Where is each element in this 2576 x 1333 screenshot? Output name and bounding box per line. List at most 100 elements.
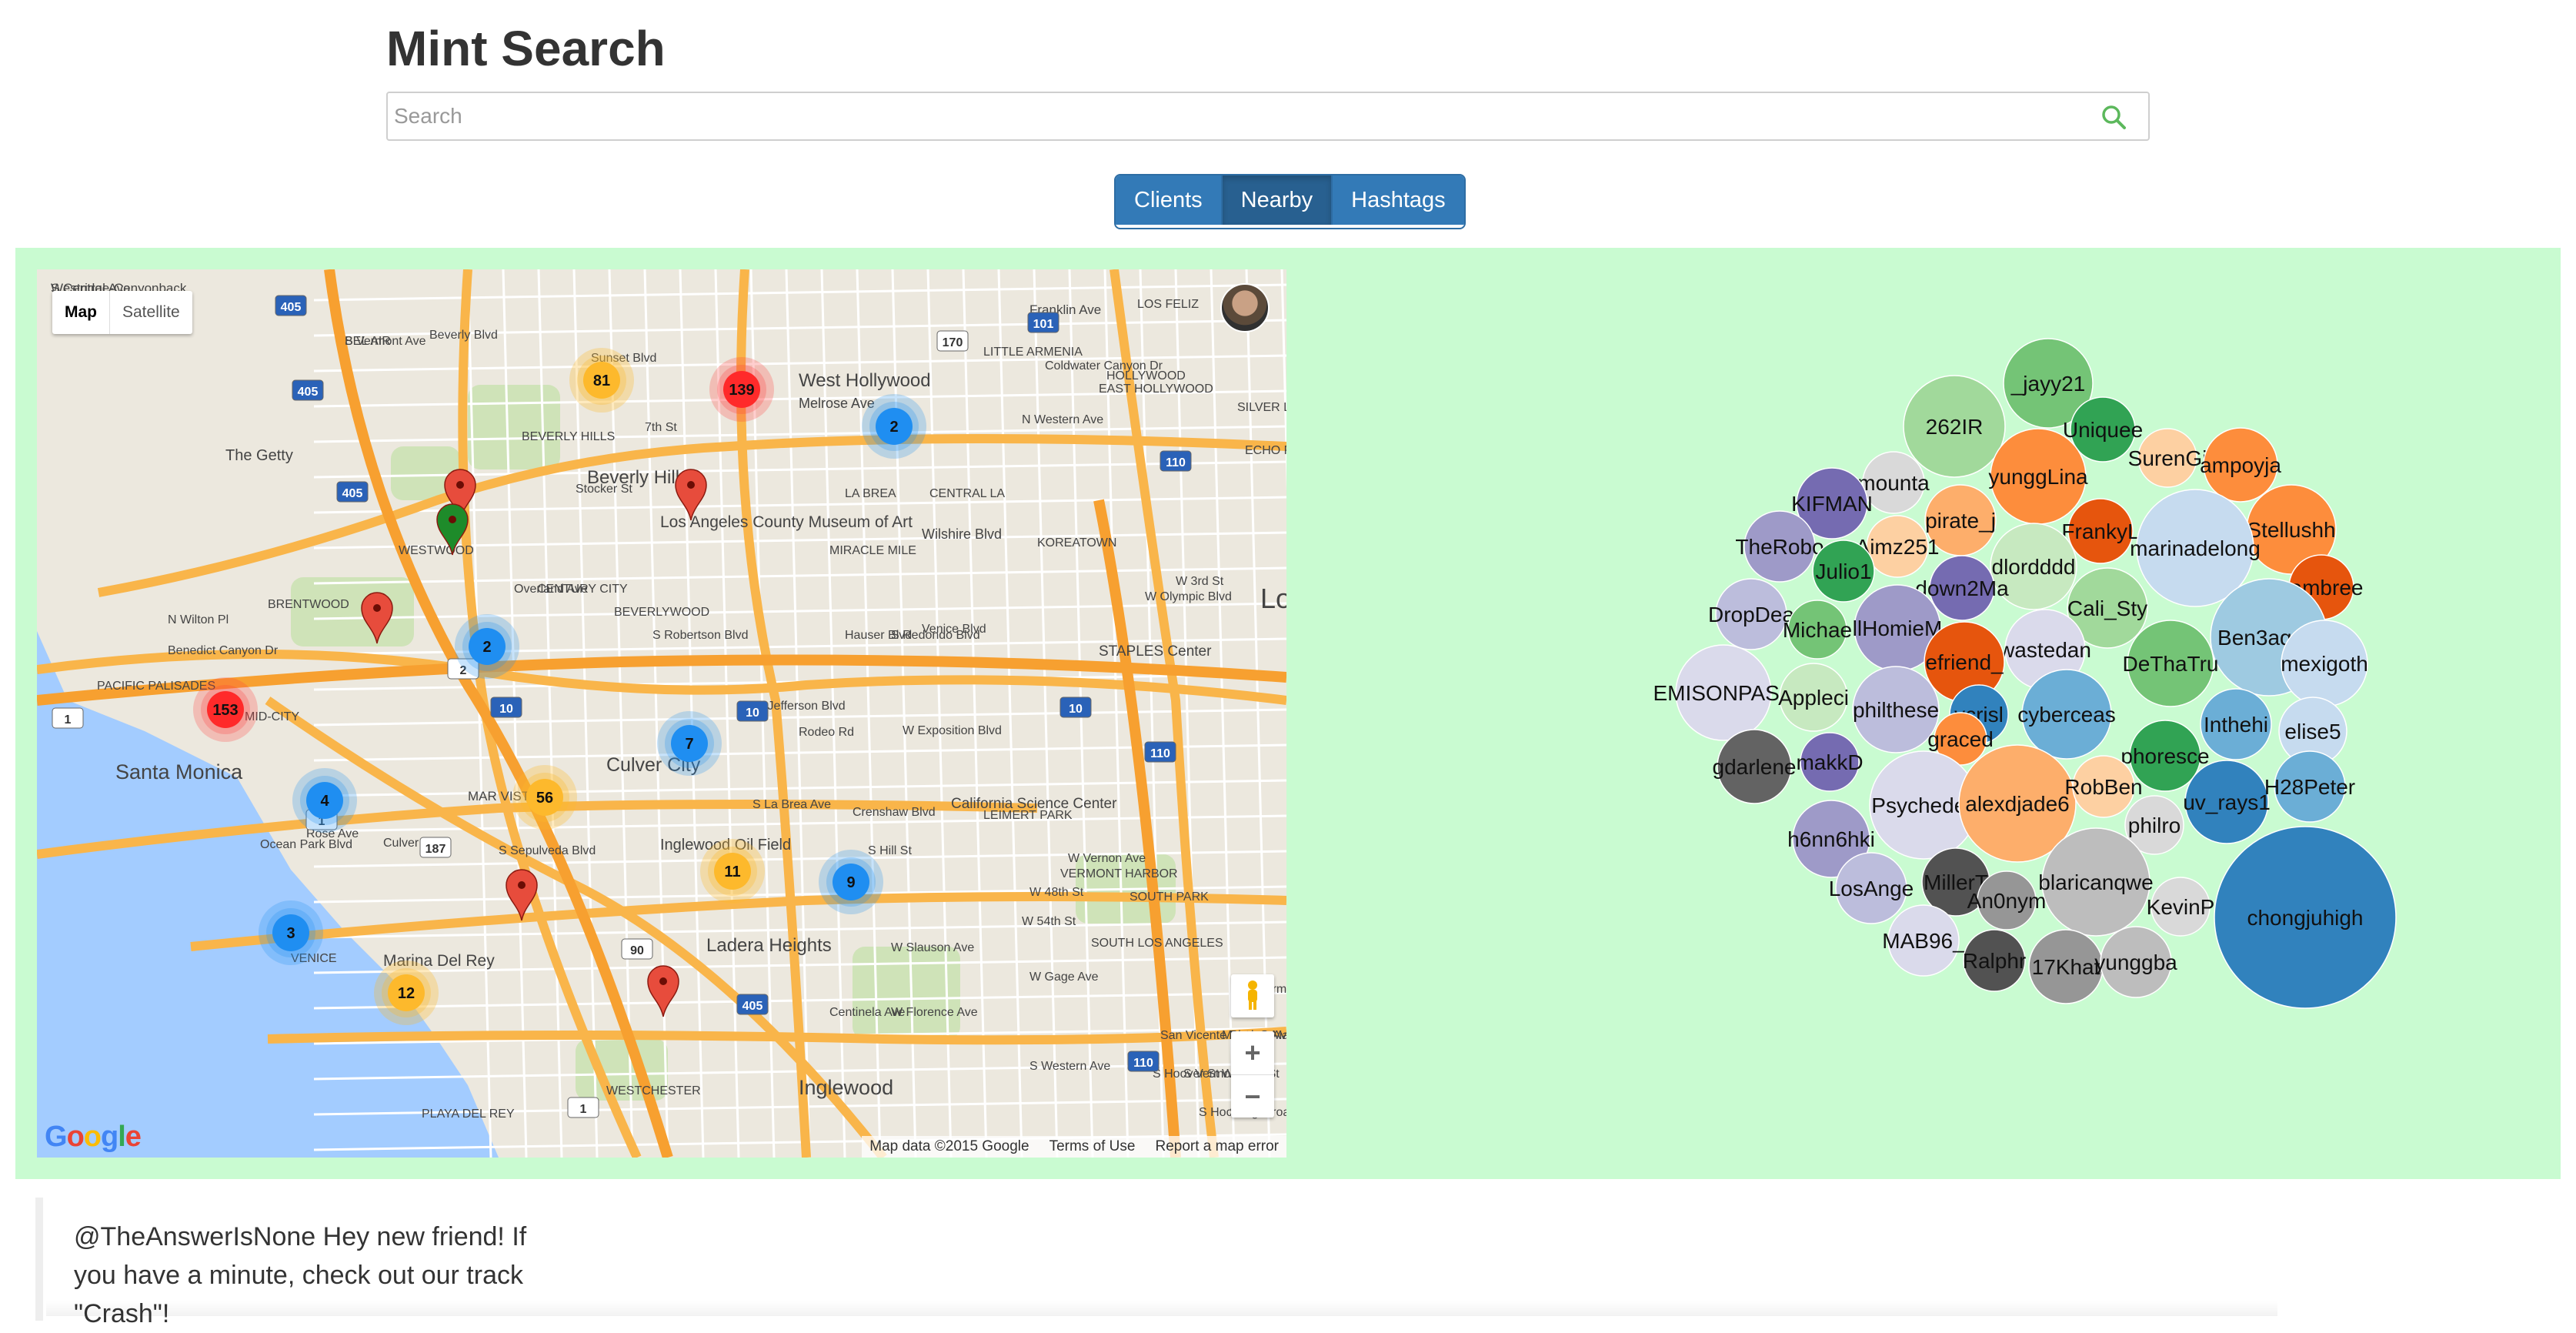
cluster-marker[interactable]: 81 (569, 348, 634, 413)
street (313, 602, 1286, 620)
location-pin-icon[interactable] (647, 965, 679, 1017)
bubble-label: SurenGi (2128, 446, 2207, 470)
map-place-label: SOUTH LOS ANGELES (1091, 937, 1223, 950)
svg-text:405: 405 (742, 1000, 763, 1013)
cluster-count: 139 (729, 382, 754, 399)
bubble-label: elise5 (2284, 720, 2341, 743)
bubble-label: TheRobo (1735, 535, 1824, 559)
search-box[interactable] (386, 92, 2150, 141)
cluster-marker[interactable]: 153 (193, 677, 258, 742)
bubble-label: Inthehi (2204, 713, 2268, 737)
user-bubble[interactable]: 262IR (1903, 375, 2006, 478)
bubble-label: dlordddd (1992, 555, 2076, 579)
route-shield: 405 (275, 295, 307, 316)
svg-text:405: 405 (281, 301, 302, 314)
map-place-label: LOS FELIZ (1137, 298, 1199, 311)
tab-clients[interactable]: Clients (1116, 175, 1223, 225)
map-type-satellite-button[interactable]: Satellite (110, 291, 192, 334)
map-place-label: STAPLES Center (1099, 643, 1212, 660)
bubble-label: KIFMAN (1791, 492, 1873, 516)
svg-text:10: 10 (746, 707, 759, 720)
user-bubble[interactable]: makkD (1796, 732, 1864, 792)
cluster-marker[interactable]: 7 (657, 711, 722, 776)
route-shield: 110 (1144, 741, 1176, 763)
user-bubble[interactable]: chongjuhigh (2214, 826, 2397, 1009)
bubble-label: ampoyja (2200, 453, 2281, 477)
report-map-error-link[interactable]: Report a map error (1155, 1136, 1279, 1158)
bubble-label: down2Ma (1915, 576, 2009, 600)
bubble-label: wastedan (1998, 638, 2091, 662)
park-area (853, 947, 960, 1039)
map-type-control: Map Satellite (52, 291, 192, 334)
cluster-count: 12 (398, 985, 415, 1002)
user-bubble[interactable]: Inthehi (2200, 688, 2272, 760)
user-bubble[interactable]: mexigoth (2281, 620, 2368, 707)
user-avatar[interactable] (1220, 283, 1270, 332)
cluster-count: 11 (724, 864, 740, 880)
map-place-label: W Vernon Ave (1068, 852, 1146, 865)
cluster-marker[interactable]: 12 (374, 960, 439, 1025)
user-bubble[interactable]: EMISONPASS (1653, 644, 1794, 741)
user-bubble[interactable]: 17Khat (2028, 929, 2104, 1004)
user-bubble[interactable]: H28Peter (2264, 750, 2355, 823)
cluster-marker[interactable]: 11 (700, 839, 765, 904)
cluster-count: 7 (685, 736, 693, 753)
search-icon[interactable] (2101, 104, 2127, 130)
map-place-label: Centinela Ave (829, 1006, 906, 1019)
bubble-label: Julio1 (1815, 560, 1871, 583)
bubble-label: alexdjade6 (1965, 792, 2069, 816)
cluster-marker[interactable]: 2 (862, 394, 926, 459)
map-canvas[interactable]: Westridge-CanyonbackBEL AIRBEVERLY HILLS… (37, 269, 1286, 1158)
map-place-label: W 3rd St (1176, 575, 1224, 588)
search-input[interactable] (388, 93, 2071, 139)
route-shield: 10 (490, 697, 522, 718)
cluster-marker[interactable]: 4 (292, 768, 357, 833)
map-place-label: SOUTH PARK (1130, 890, 1209, 904)
bubble-label: blaricanqwe (2038, 870, 2153, 894)
route-shield: 405 (292, 379, 324, 401)
user-bubble[interactable]: DropDea (1708, 578, 1794, 650)
bubble-label: yunggba (2094, 950, 2177, 974)
tab-nearby[interactable]: Nearby (1222, 175, 1333, 225)
user-bubble[interactable]: Julio1 (1812, 540, 1875, 603)
map-type-map-button[interactable]: Map (52, 291, 110, 334)
google-logo[interactable]: Google (45, 1121, 142, 1154)
map-place-label: LA BREA (845, 487, 896, 500)
map-place-label: S Hoover St (1153, 1067, 1220, 1081)
bubble-label: FrankyL (2061, 520, 2139, 543)
user-bubble[interactable]: KevinP (2147, 877, 2215, 937)
map-place-label: SILVER LAKE (1237, 401, 1286, 414)
map-place-label: Crenshaw Blvd (853, 806, 936, 819)
map-place-label: CENTRAL LA (929, 487, 1005, 500)
bubble-label: efriend_ (1925, 650, 2004, 674)
svg-text:170: 170 (943, 336, 963, 349)
user-bubble[interactable]: Appleci (1778, 663, 1849, 732)
tab-hashtags[interactable]: Hashtags (1333, 175, 1464, 225)
terms-of-use-link[interactable]: Terms of Use (1049, 1136, 1136, 1158)
zoom-out-button[interactable]: − (1231, 1075, 1274, 1118)
svg-text:1: 1 (580, 1103, 587, 1116)
bubble-label: An0nym (1967, 889, 2047, 913)
cluster-marker[interactable]: 2 (455, 614, 519, 679)
bubble-label: phoresce (2121, 744, 2209, 768)
user-bubble[interactable]: Ralphr (1963, 929, 2026, 992)
map-place-label: EAST HOLLYWOOD (1099, 383, 1213, 396)
map-place-label: Benedict Canyon Dr (168, 644, 279, 657)
user-bubble[interactable]: philthese (1852, 666, 1940, 753)
bubble-label: _jayy21 (2010, 372, 2086, 396)
cluster-marker[interactable]: 3 (259, 900, 323, 965)
bubble-label: EMISONPASS (1653, 681, 1794, 705)
bubble-label: H28Peter (2264, 775, 2355, 799)
cluster-count: 81 (593, 373, 610, 389)
map-place-label: Coldwater Canyon Dr (1045, 359, 1163, 373)
user-bubble[interactable]: yunggba (2094, 926, 2177, 998)
cluster-count: 153 (212, 702, 238, 719)
map[interactable]: Westridge-Canyonback BEL AIR BEVERLY HILLS… (37, 269, 1286, 1158)
bubble-label: DeThaTru (2122, 652, 2218, 676)
cluster-marker[interactable]: 9 (819, 850, 883, 914)
street-view-pegman[interactable] (1231, 974, 1274, 1017)
cluster-marker[interactable]: 56 (512, 765, 577, 830)
zoom-in-button[interactable]: + (1231, 1031, 1274, 1075)
cluster-marker[interactable]: 139 (709, 357, 774, 422)
bubble-label: RobBen (2064, 775, 2142, 799)
